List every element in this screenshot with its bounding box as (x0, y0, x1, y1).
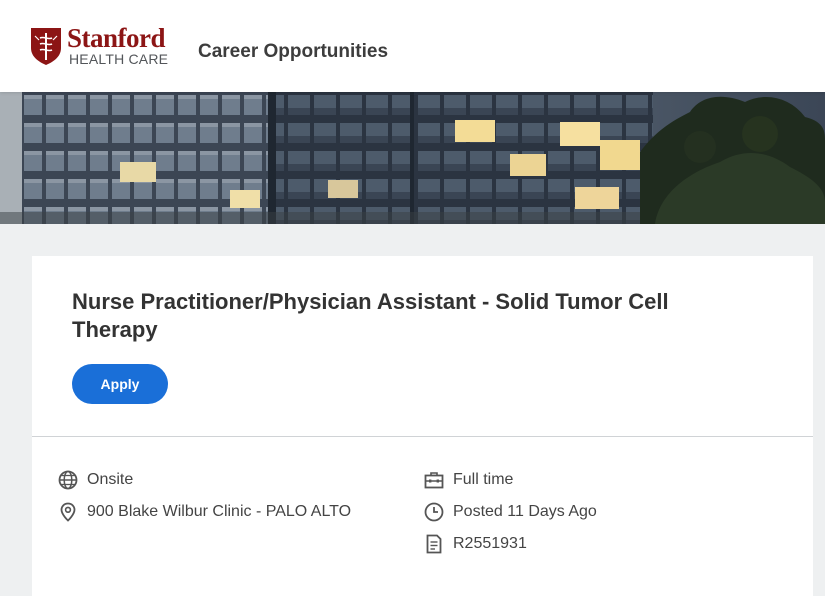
briefcase-icon (424, 472, 444, 489)
workplace-type-detail: Onsite (57, 469, 133, 491)
workplace-type: Onsite (87, 471, 134, 488)
requisition-id: R2551931 (453, 535, 527, 552)
posted-date: Posted 11 Days Ago (453, 503, 597, 520)
document-icon (426, 534, 442, 554)
shield-icon (31, 28, 61, 65)
site-title[interactable]: Career Opportunities (198, 41, 388, 63)
banner-image (0, 92, 825, 224)
divider (32, 436, 813, 437)
time-type: Full time (453, 471, 514, 488)
location: 900 Blake Wilbur Clinic - PALO ALTO (87, 503, 352, 520)
clock-icon (424, 502, 444, 522)
requisition-id-detail: R2551931 (423, 533, 527, 555)
time-type-detail: Full time (423, 469, 513, 491)
site-header: Stanford HEALTH CARE Career Opportunitie… (0, 0, 825, 92)
apply-button[interactable]: Apply (72, 364, 168, 404)
job-title: Nurse Practitioner/Physician Assistant -… (72, 289, 669, 342)
location-detail: 900 Blake Wilbur Clinic - PALO ALTO (57, 501, 351, 523)
location-pin-icon (60, 502, 76, 522)
posted-date-detail: Posted 11 Days Ago (423, 501, 597, 523)
stanford-health-care-logo[interactable]: Stanford HEALTH CARE (29, 23, 169, 69)
logo-subtitle: HEALTH CARE (69, 51, 169, 67)
job-details-card: Nurse Practitioner/Physician Assistant -… (32, 256, 813, 596)
globe-icon (58, 470, 78, 490)
logo-wordmark: Stanford (67, 23, 166, 53)
